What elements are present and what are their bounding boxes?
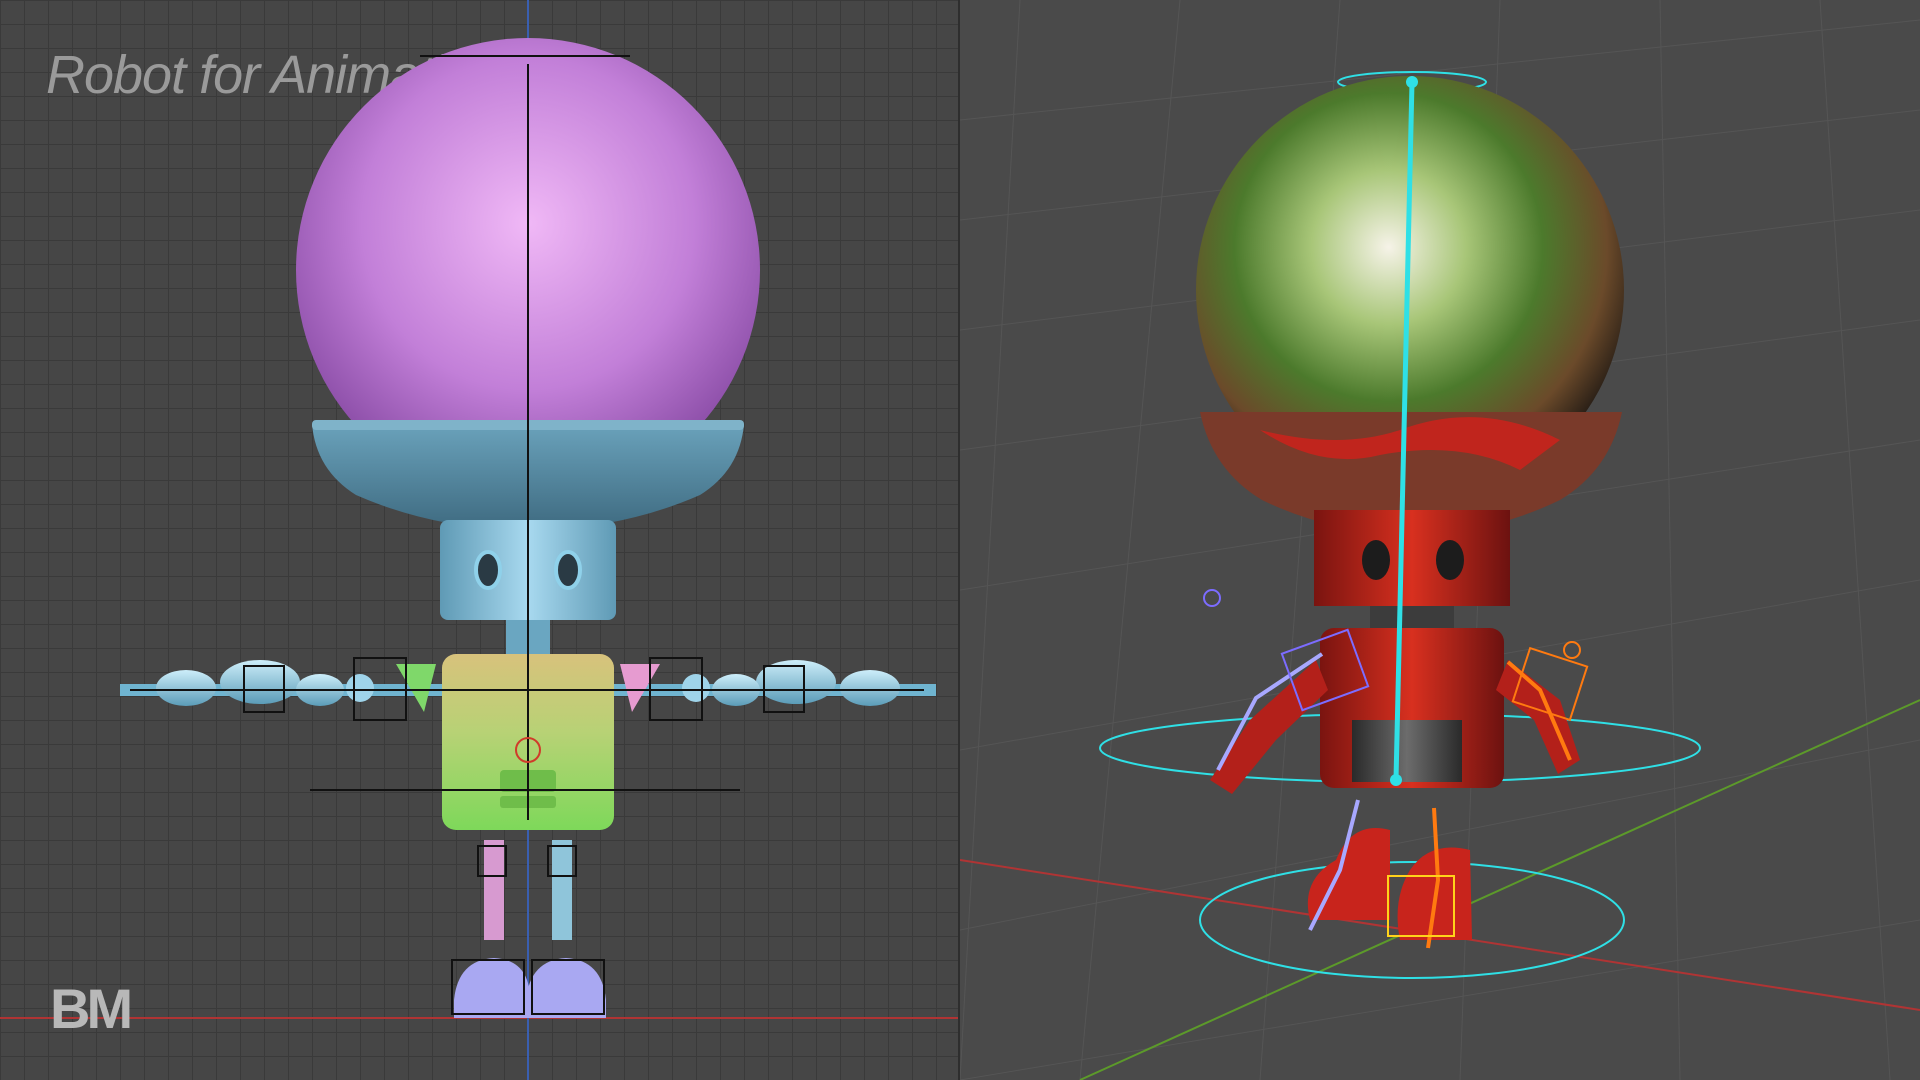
- right-arm[interactable]: [606, 660, 936, 712]
- front-ortho-viewport[interactable]: Robot for Animation BM: [0, 0, 960, 1080]
- neck-cylinder[interactable]: [1314, 510, 1510, 606]
- eye-left: [1362, 540, 1390, 580]
- eye-right: [554, 550, 582, 590]
- eye-right: [1436, 540, 1464, 580]
- perspective-robot: [960, 0, 1920, 1080]
- legs[interactable]: [454, 840, 606, 1018]
- foot-right[interactable]: [526, 958, 606, 1018]
- foot-left[interactable]: [454, 958, 530, 1018]
- bm-logo: BM: [50, 977, 133, 1040]
- front-view-robot: [0, 0, 960, 1080]
- left-arm[interactable]: [1210, 660, 1328, 794]
- perspective-viewport[interactable]: [960, 0, 1920, 1080]
- eye-left: [474, 550, 502, 590]
